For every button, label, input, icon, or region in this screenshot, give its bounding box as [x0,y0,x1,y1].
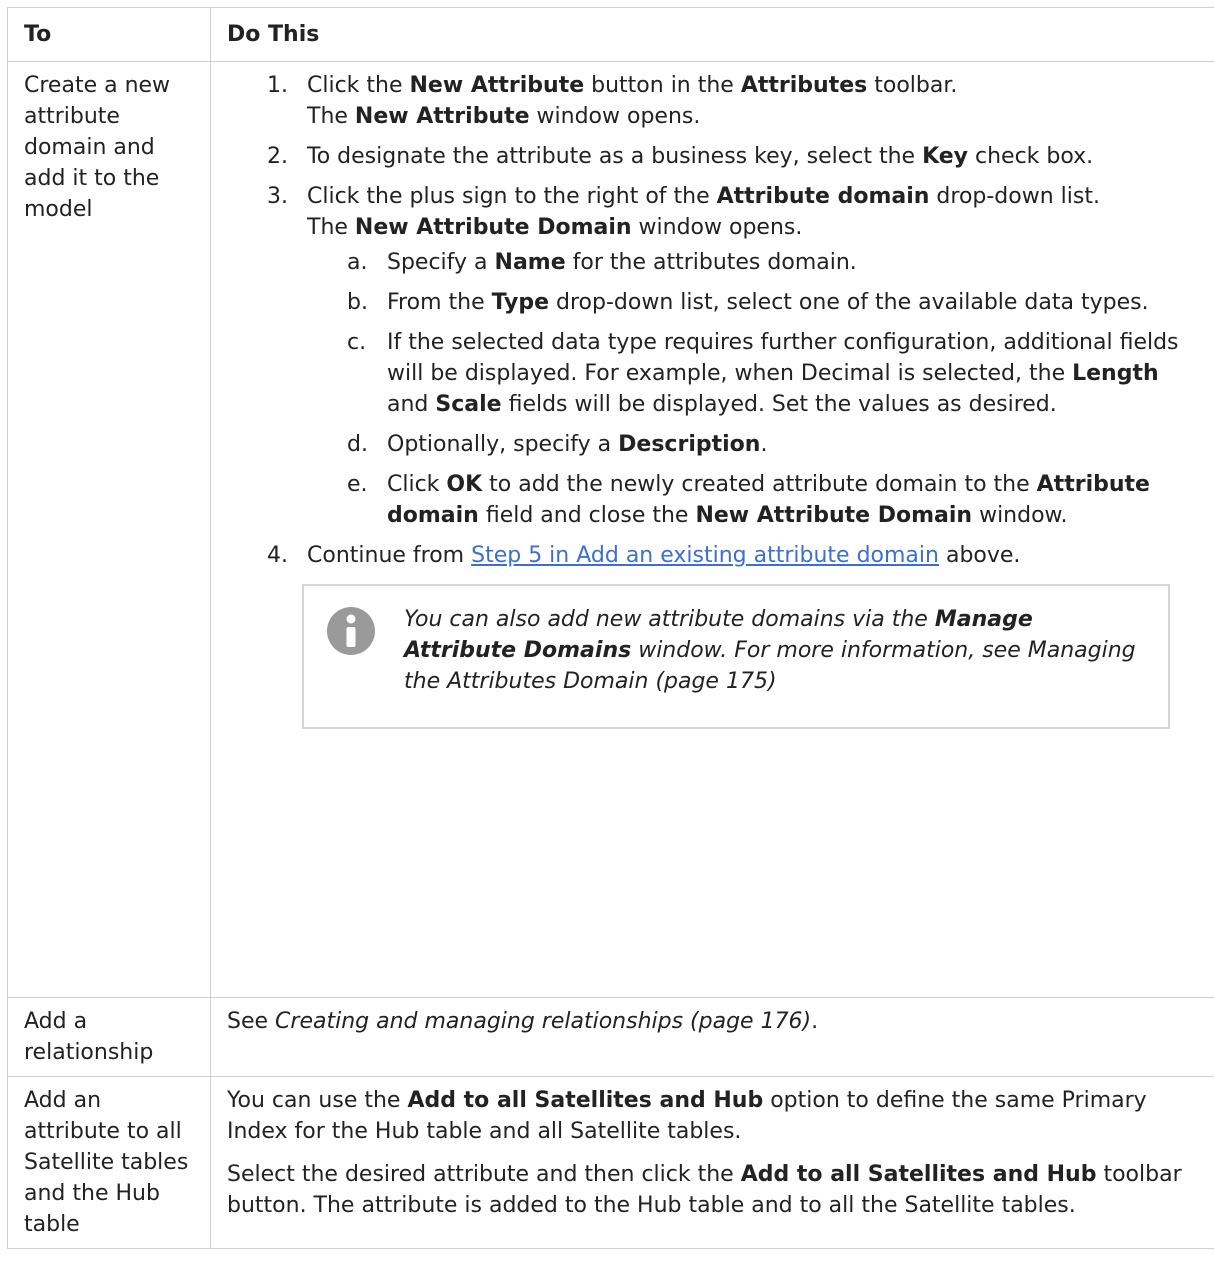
row-task-label: Create a new attribute domain and add it… [7,61,211,998]
row-task-label: Add a relationship [7,997,211,1077]
step-4: Continue from Step 5 in Add an existing … [267,540,1201,571]
step-1: Click the New Attribute button in the At… [267,70,1201,132]
substep-d: Optionally, specify a Description. [347,429,1201,460]
instructions-table: To Do This Create a new attribute domain… [7,7,1214,1249]
step-list: Click the New Attribute button in the At… [227,70,1201,571]
paragraph: Select the desired attribute and then cl… [227,1162,1182,1218]
table-row: Add an attribute to all Satellite tables… [7,1076,1214,1249]
info-icon [327,607,375,655]
row-steps-cell: Click the New Attribute button in the At… [210,61,1214,998]
row-steps-cell: See Creating and managing relationships … [210,997,1214,1077]
header-to: To [7,7,211,62]
relationships-xref: Creating and managing relationships (pag… [275,1009,812,1034]
step-5-link[interactable]: Step 5 in Add an existing attribute doma… [471,543,939,568]
info-note: You can also add new attribute domains v… [302,584,1170,729]
paragraph: You can use the Add to all Satellites an… [227,1088,1147,1144]
header-do-this: Do This [210,7,1214,62]
substep-c: If the selected data type requires furth… [347,327,1201,420]
table-row: Add a relationship See Creating and mana… [7,997,1214,1077]
substep-e: Click OK to add the newly created attrib… [347,469,1201,531]
substep-list: Specify a Name for the attributes domain… [307,247,1201,531]
step-2: To designate the attribute as a business… [267,141,1201,172]
row-steps-cell: You can use the Add to all Satellites an… [210,1076,1214,1249]
row-task-label: Add an attribute to all Satellite tables… [7,1076,211,1249]
table-row: Create a new attribute domain and add it… [7,61,1214,998]
substep-a: Specify a Name for the attributes domain… [347,247,1201,278]
substep-b: From the Type drop-down list, select one… [347,287,1201,318]
header-row: To Do This [7,7,1214,62]
step-3: Click the plus sign to the right of the … [267,181,1201,531]
